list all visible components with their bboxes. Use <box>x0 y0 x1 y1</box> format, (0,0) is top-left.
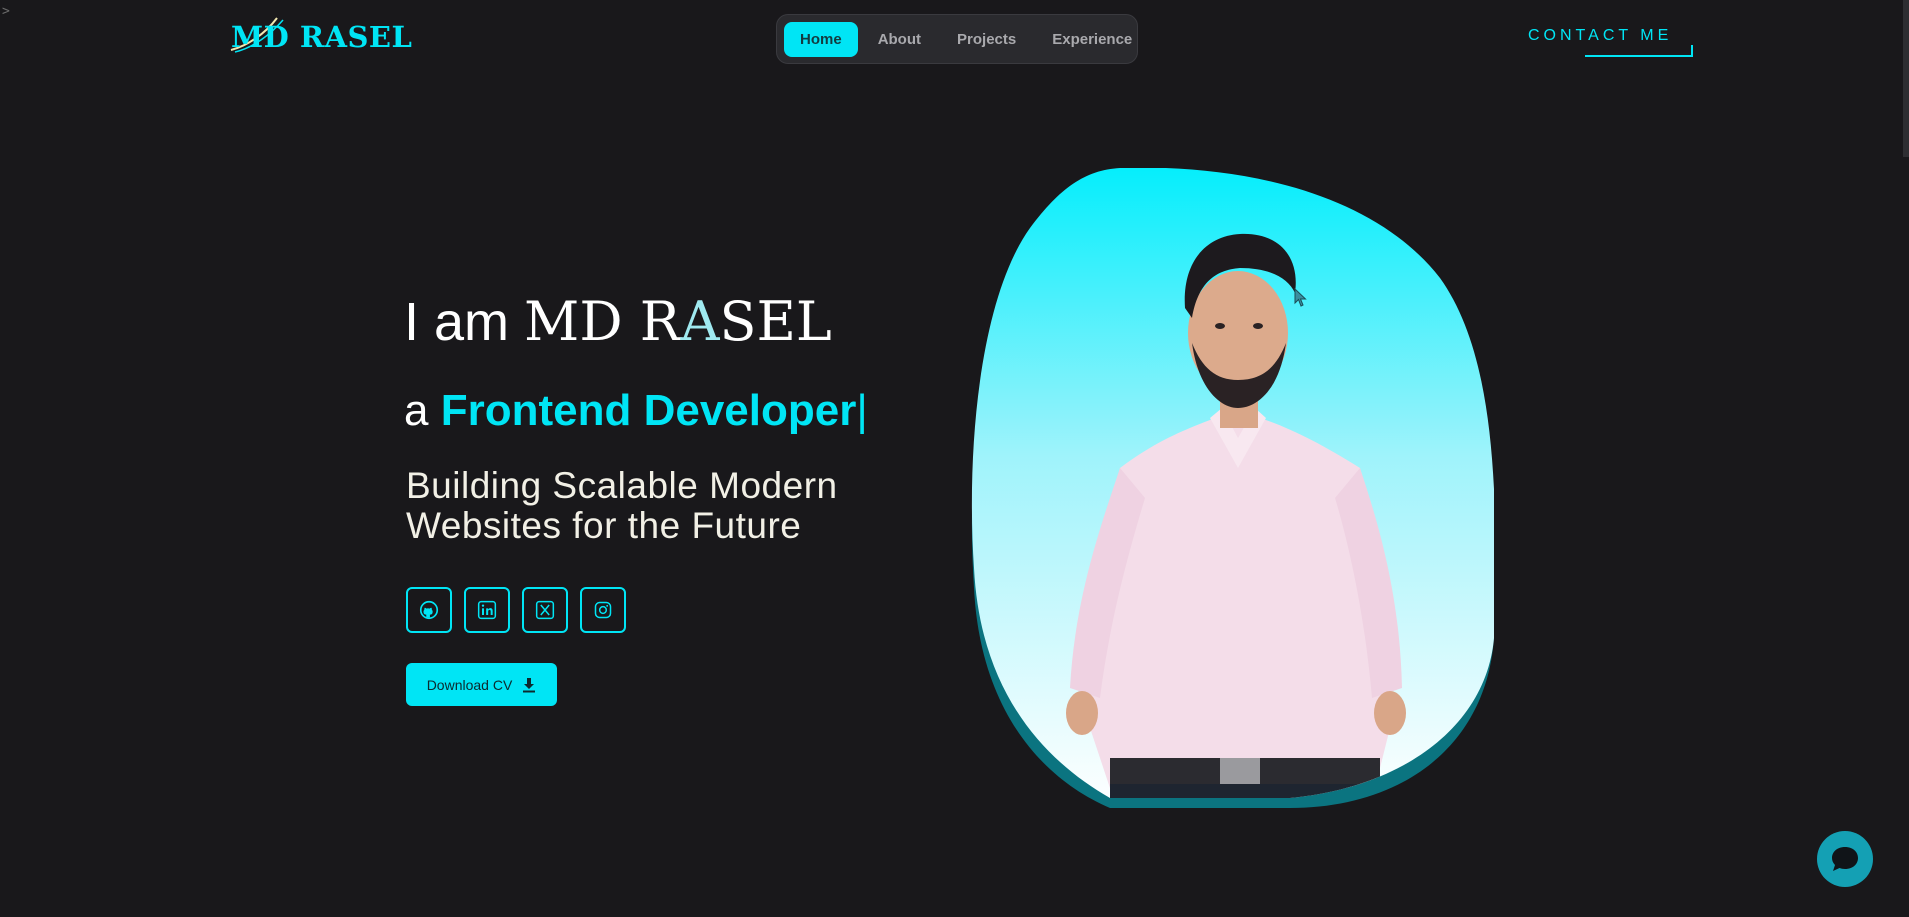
download-cv-label: Download CV <box>426 676 513 693</box>
x-twitter-link[interactable] <box>522 587 568 633</box>
github-icon <box>419 600 439 620</box>
corner-glyph: > <box>2 4 10 19</box>
hero-intro: I am <box>404 292 510 352</box>
mouse-pointer-icon <box>1294 288 1307 307</box>
download-icon <box>523 677 536 692</box>
typing-cursor: | <box>856 386 868 435</box>
download-cv-button[interactable]: Download CV <box>406 663 557 706</box>
hero-name: MD RASEL <box>524 290 832 353</box>
hero-tagline: Building Scalable Modern Websites for th… <box>406 465 838 546</box>
github-link[interactable] <box>406 587 452 633</box>
social-links <box>406 587 626 633</box>
hero-article: a <box>404 386 429 435</box>
hero-greeting: I am MD RASEL <box>404 290 832 353</box>
instagram-link[interactable] <box>580 587 626 633</box>
profile-photo-illustration <box>971 168 1496 808</box>
nav-projects[interactable]: Projects <box>941 22 1032 57</box>
page-scrollbar[interactable] <box>1903 0 1909 157</box>
linkedin-icon <box>477 600 497 620</box>
chat-bubble-icon <box>1832 847 1858 871</box>
hero-role: Frontend Developer <box>440 386 857 435</box>
x-twitter-icon <box>535 600 555 620</box>
contact-me-link[interactable]: CONTACT ME <box>1528 27 1672 45</box>
logo-text: MD RASEL <box>231 20 413 54</box>
linkedin-link[interactable] <box>464 587 510 633</box>
instagram-icon <box>594 601 612 619</box>
hero-role-line: a Frontend Developer| <box>404 386 868 436</box>
nav-about[interactable]: About <box>862 22 937 57</box>
chat-button[interactable] <box>1817 831 1873 887</box>
site-logo[interactable]: MD RASEL <box>230 17 413 54</box>
main-nav: Home About Projects Experience <box>776 14 1138 64</box>
nav-experience[interactable]: Experience <box>1036 22 1148 57</box>
nav-home[interactable]: Home <box>784 21 858 57</box>
contact-underline <box>1585 45 1693 57</box>
profile-portrait <box>970 168 1496 808</box>
